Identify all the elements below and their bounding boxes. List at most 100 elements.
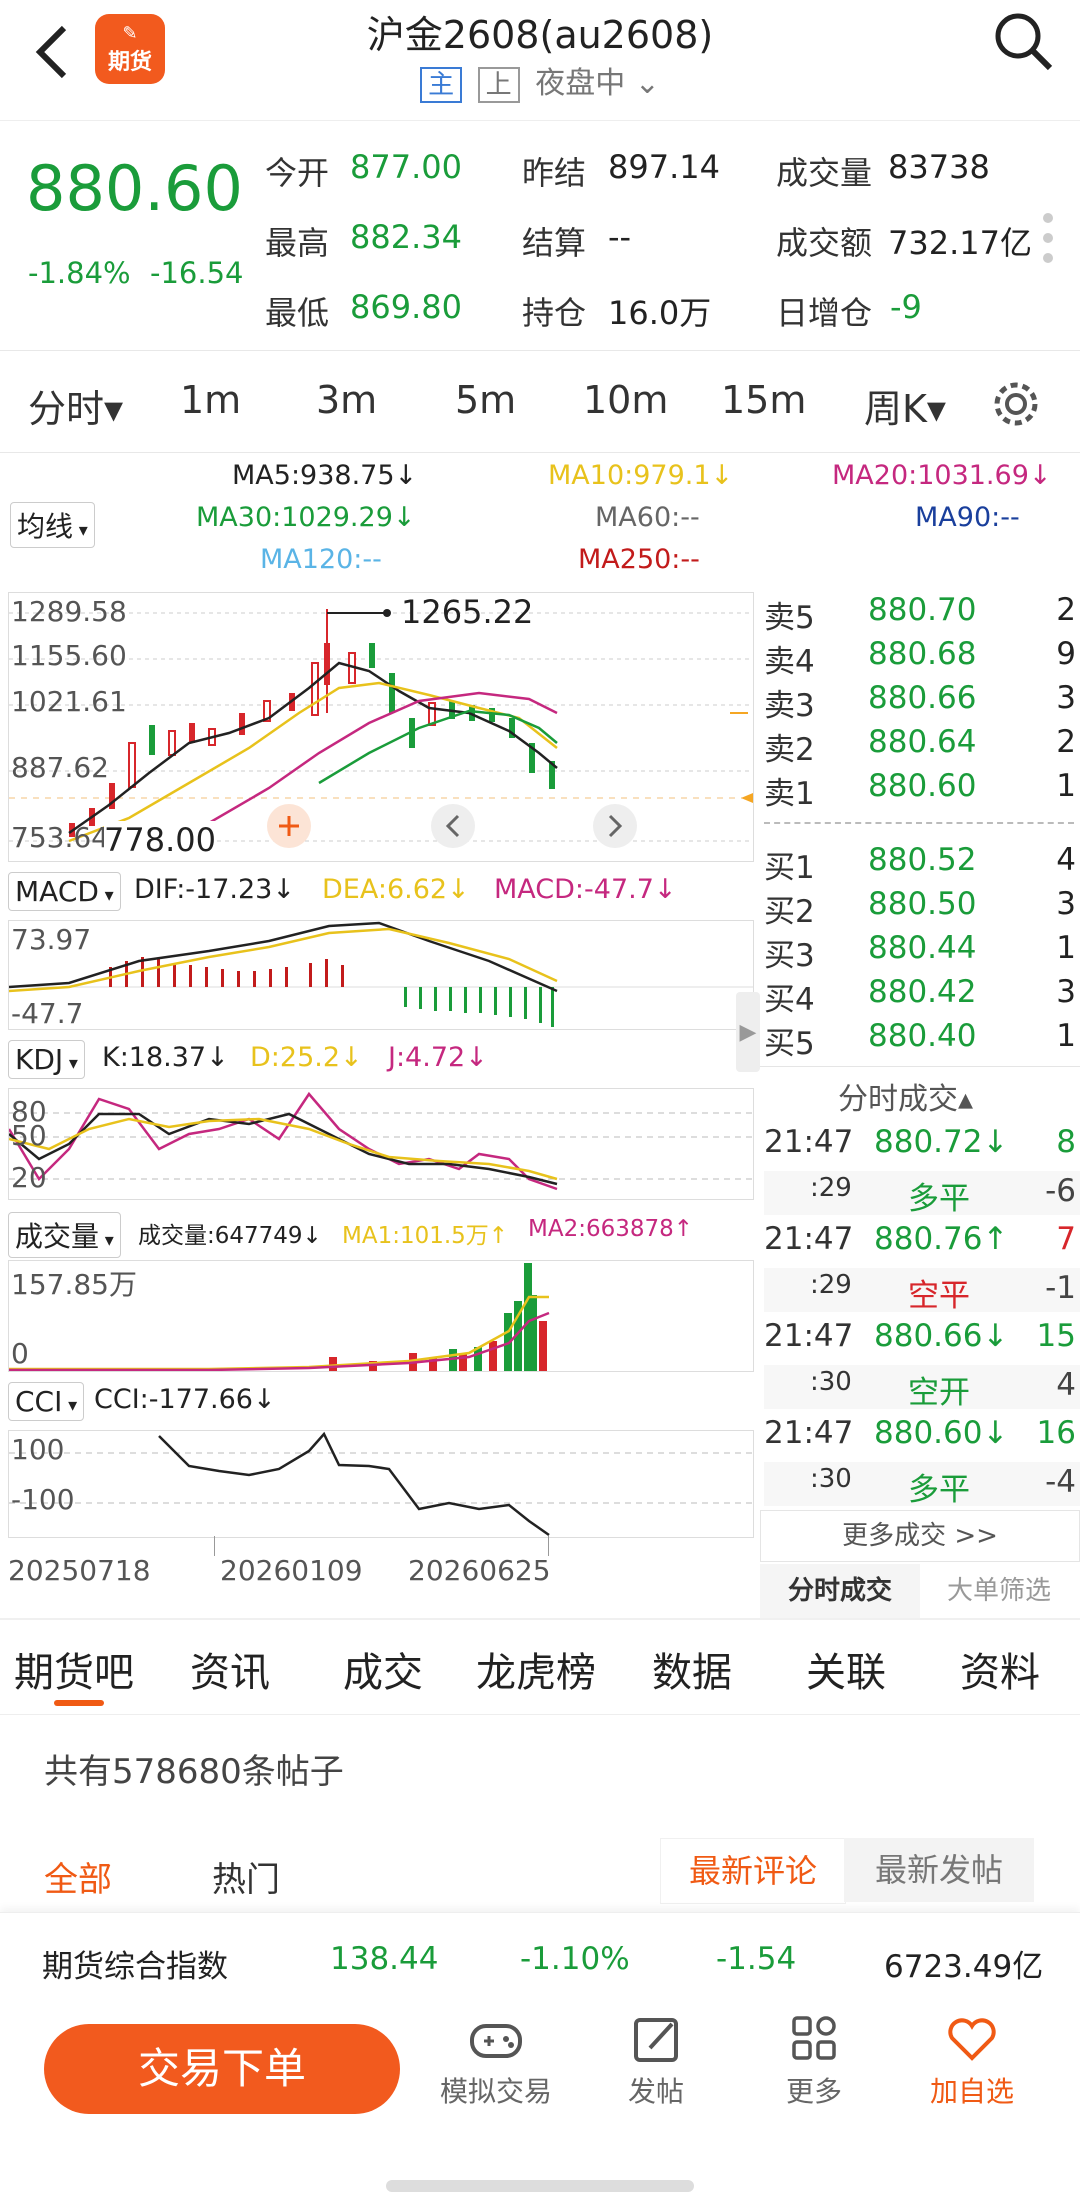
bids-row[interactable]: 买3 880.44 1 xyxy=(764,930,1080,974)
tab-data[interactable]: 数据 xyxy=(652,1640,732,1698)
filter-latest-comment[interactable]: 最新评论 xyxy=(660,1838,846,1904)
open-value: 877.00 xyxy=(350,148,462,186)
tab-related[interactable]: 关联 xyxy=(806,1640,886,1698)
tick-time: :29 xyxy=(810,1269,852,1300)
bids-row[interactable]: 买1 880.52 4 xyxy=(764,842,1080,886)
top-bar: ✎ 期货 沪金2608(au2608) 主 上 夜盘中 ⌄ xyxy=(0,0,1080,121)
more-ticks-button[interactable]: 更多成交 >> xyxy=(760,1510,1080,1562)
tick-time: 21:47 xyxy=(764,1221,854,1257)
volume-chart[interactable]: 157.85万 0 xyxy=(8,1260,754,1372)
tick-row: 21:47 880.60↓ 16 xyxy=(764,1413,1080,1457)
bids-price: 880.50 xyxy=(868,886,977,922)
tab-1m[interactable]: 1m xyxy=(180,378,241,422)
volume-axis-zero: 0 xyxy=(11,1337,29,1370)
settle-label: 结算 xyxy=(522,224,587,262)
tab-ticks[interactable]: 分时成交 xyxy=(760,1564,920,1618)
axis-tick xyxy=(548,1536,549,1556)
chevron-right-icon[interactable] xyxy=(593,804,637,848)
index-ticker[interactable]: 期货综合指数 138.44 -1.10% -1.54 6723.49亿 xyxy=(0,1912,1080,2005)
bids-row[interactable]: 买4 880.42 3 xyxy=(764,974,1080,1018)
asks-row[interactable]: 卖2 880.64 2 xyxy=(764,724,1080,768)
index-name: 期货综合指数 xyxy=(42,1949,228,1985)
asks-level: 卖3 xyxy=(764,688,815,724)
kdj-k: K:18.37↓ xyxy=(102,1042,229,1073)
low-value: 869.80 xyxy=(350,288,462,326)
volume-dropdown[interactable]: 成交量 ▾ xyxy=(8,1212,121,1258)
filter-hot[interactable]: 热门 xyxy=(212,1852,280,1901)
filter-all[interactable]: 全部 xyxy=(44,1852,112,1901)
asks-row[interactable]: 卖4 880.68 9 xyxy=(764,636,1080,680)
asks-row[interactable]: 卖1 880.60 1 xyxy=(764,768,1080,812)
bottom-nav: 交易下单 模拟交易 发帖 更多 加自选 xyxy=(0,2004,1080,2208)
axis-tick xyxy=(214,1536,215,1556)
bids-row[interactable]: 买2 880.50 3 xyxy=(764,886,1080,930)
bids-qty: 4 xyxy=(1056,842,1076,878)
oi-change-label: 日增仓 xyxy=(776,294,873,332)
tick-row: 21:47 880.76↑ 7 xyxy=(764,1219,1080,1263)
gear-icon[interactable] xyxy=(990,378,1042,430)
cci-line xyxy=(158,1431,550,1537)
tab-10m[interactable]: 10m xyxy=(583,378,668,422)
chevron-left-icon[interactable] xyxy=(431,804,475,848)
more-vertical-icon[interactable] xyxy=(1040,210,1056,270)
d-line xyxy=(9,1117,558,1181)
asks-row[interactable]: 卖5 880.70 2 xyxy=(764,592,1080,636)
bids-row[interactable]: 买5 880.40 1 xyxy=(764,1018,1080,1062)
index-amount: 6723.49亿 xyxy=(884,1949,1044,1985)
volume-ma1: MA1:101.5万↑ xyxy=(342,1223,509,1249)
indicator-dropdown[interactable]: 均线 ▾ xyxy=(10,502,95,548)
macd-dropdown[interactable]: MACD ▾ xyxy=(8,872,121,911)
tick-time: 21:47 xyxy=(764,1318,854,1354)
macd-chart[interactable]: 73.97 -47.7 xyxy=(8,920,754,1030)
nav-add-favorite[interactable]: 加自选 xyxy=(902,2014,1042,2124)
tick-time: :30 xyxy=(810,1463,852,1494)
kdj-dropdown[interactable]: KDJ ▾ xyxy=(8,1040,85,1079)
tick-row: 21:47 880.66↓ 15 xyxy=(764,1316,1080,1360)
active-tab-underline xyxy=(54,1700,104,1706)
bids-level: 买4 xyxy=(764,982,815,1018)
nav-sim-trade[interactable]: 模拟交易 xyxy=(426,2014,566,2124)
asks-level: 卖4 xyxy=(764,644,815,680)
tab-large-orders[interactable]: 大单筛选 xyxy=(920,1564,1078,1618)
panel-toggle-handle[interactable]: ▶ xyxy=(736,992,760,1072)
tab-dragon-tiger[interactable]: 龙虎榜 xyxy=(476,1640,596,1698)
asks-level: 卖1 xyxy=(764,776,815,812)
trade-order-button[interactable]: 交易下单 xyxy=(44,2024,400,2114)
heart-icon xyxy=(902,2014,1042,2070)
tab-futures-forum[interactable]: 期货吧 xyxy=(14,1640,134,1698)
price-axis-label: 887.62 xyxy=(11,751,109,784)
asks-qty: 2 xyxy=(1056,724,1076,760)
tick-row: :30 空开 4 xyxy=(764,1364,1080,1411)
tick-price: 880.66↓ xyxy=(874,1318,1009,1354)
search-icon[interactable] xyxy=(992,10,1056,74)
ma20-line xyxy=(148,691,558,843)
session-bar[interactable]: 主 上 夜盘中 ⌄ xyxy=(0,58,1080,103)
filter-latest-post[interactable]: 最新发帖 xyxy=(844,1838,1034,1902)
kdj-chart[interactable]: 80 50 20 xyxy=(8,1088,754,1200)
tab-trades[interactable]: 成交 xyxy=(343,1640,423,1698)
plus-icon[interactable] xyxy=(267,804,311,848)
kline-chart[interactable]: 1289.58 1155.60 1021.61 887.62 753.64 12… xyxy=(8,592,754,862)
tick-time: 21:47 xyxy=(764,1415,854,1451)
nav-more[interactable]: 更多 xyxy=(744,2014,884,2124)
tab-3m[interactable]: 3m xyxy=(316,378,377,422)
tab-weekly-k[interactable]: 周K▾ xyxy=(864,378,946,433)
cci-chart[interactable]: 100 -100 xyxy=(8,1430,754,1538)
tab-intraday[interactable]: 分时▾ xyxy=(28,378,123,433)
nav-post[interactable]: 发帖 xyxy=(586,2014,726,2124)
bids-price: 880.42 xyxy=(868,974,977,1010)
main-contract-tag: 主 xyxy=(420,67,463,103)
tab-profile[interactable]: 资料 xyxy=(960,1640,1040,1698)
date-axis-label: 20260109 xyxy=(220,1554,363,1587)
tab-news[interactable]: 资讯 xyxy=(190,1640,270,1698)
price-axis-label: 1289.58 xyxy=(11,595,127,628)
book-divider xyxy=(760,1066,1080,1067)
ticks-title[interactable]: 分时成交▴ xyxy=(838,1074,973,1118)
tab-15m[interactable]: 15m xyxy=(721,378,806,422)
asks-row[interactable]: 卖3 880.66 3 xyxy=(764,680,1080,724)
bids-price: 880.40 xyxy=(868,1018,977,1054)
ma5-label: MA5:938.75↓ xyxy=(232,460,418,491)
tab-5m[interactable]: 5m xyxy=(455,378,516,422)
change-pct: -1.84% xyxy=(28,256,131,290)
cci-dropdown[interactable]: CCI ▾ xyxy=(8,1382,85,1421)
